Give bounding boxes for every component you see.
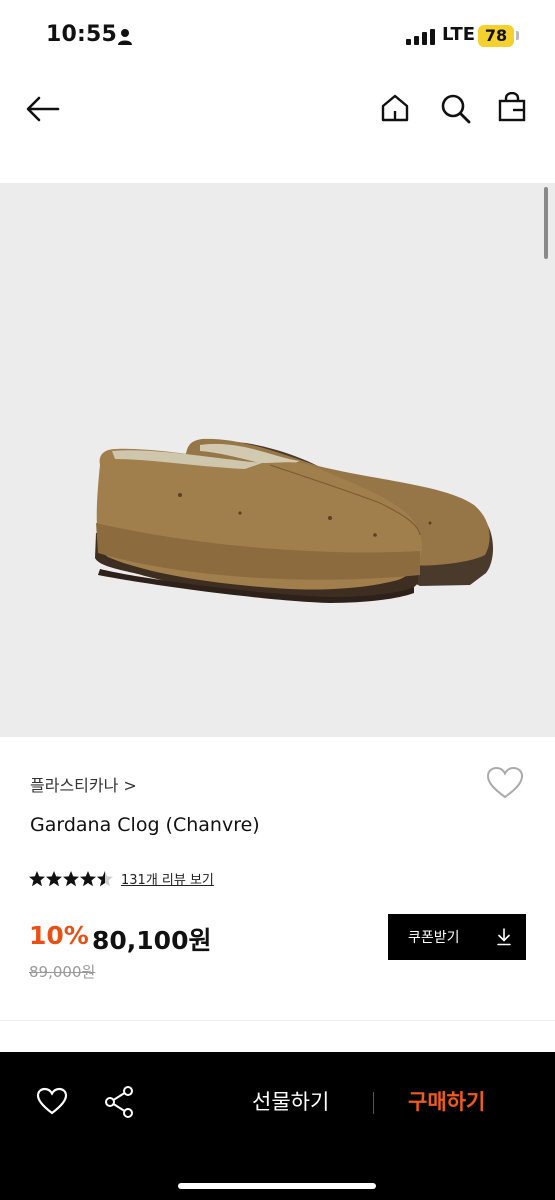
download-icon bbox=[497, 928, 511, 946]
bottom-bar-separator bbox=[373, 1092, 374, 1114]
rating-stars bbox=[29, 871, 113, 887]
discount-rate: 10% bbox=[29, 921, 89, 950]
product-name: Gardana Clog (Chanvre) bbox=[30, 814, 260, 836]
network-type: LTE bbox=[442, 24, 476, 45]
status-bar: 10:55 LTE 78 bbox=[0, 0, 555, 72]
coupon-label: 쿠폰받기 bbox=[408, 930, 460, 946]
review-link[interactable]: 131개 리뷰 보기 bbox=[121, 869, 214, 888]
scroll-indicator bbox=[544, 187, 548, 259]
gift-button[interactable]: 선물하기 bbox=[252, 1086, 329, 1116]
signal-icon bbox=[406, 29, 435, 45]
nav-bar bbox=[0, 72, 555, 146]
bottom-action-bar: 선물하기 구매하기 bbox=[0, 1052, 555, 1200]
back-arrow-icon[interactable] bbox=[26, 96, 60, 122]
wishlist-heart-icon[interactable] bbox=[486, 766, 524, 800]
share-icon[interactable] bbox=[104, 1085, 136, 1119]
battery-nub bbox=[516, 31, 519, 40]
shopping-bag-icon[interactable] bbox=[498, 92, 526, 122]
sale-price: 80,100원 bbox=[92, 926, 212, 955]
clog-shoe-image bbox=[95, 438, 494, 603]
product-image-area[interactable] bbox=[0, 183, 555, 737]
buy-button[interactable]: 구매하기 bbox=[408, 1086, 485, 1116]
original-price: 89,000원 bbox=[29, 963, 96, 981]
heart-icon[interactable] bbox=[36, 1087, 68, 1115]
section-divider bbox=[0, 1020, 555, 1021]
brand-link[interactable]: 플라스티카나 > bbox=[30, 772, 137, 796]
person-icon bbox=[118, 29, 132, 45]
search-icon[interactable] bbox=[440, 93, 472, 125]
battery-indicator: 78 bbox=[478, 25, 514, 47]
status-time: 10:55 bbox=[46, 22, 118, 47]
coupon-button[interactable]: 쿠폰받기 bbox=[388, 914, 526, 960]
home-indicator bbox=[178, 1183, 376, 1189]
home-icon[interactable] bbox=[380, 93, 410, 123]
